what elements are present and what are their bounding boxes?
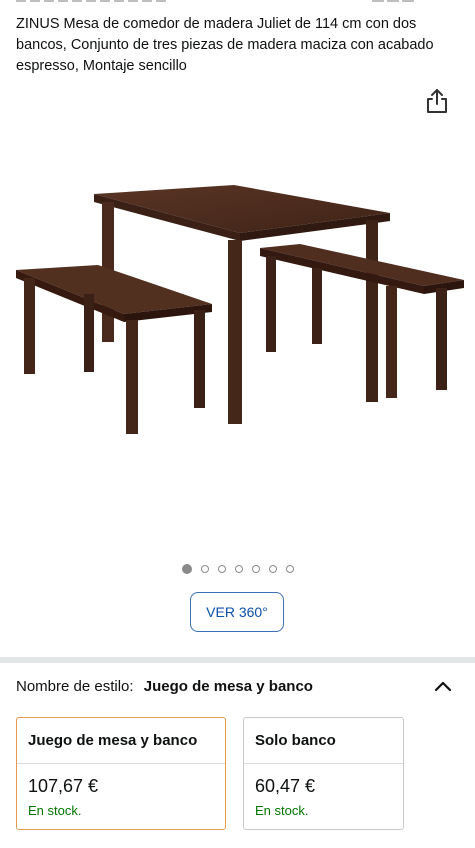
pagination-dot[interactable] — [217, 565, 226, 573]
section-divider — [0, 657, 475, 663]
option-divider — [17, 763, 225, 764]
pagination-dot[interactable] — [251, 565, 260, 573]
pagination-dot[interactable] — [234, 565, 243, 573]
top-edge-remnant — [16, 0, 414, 2]
option-name: Juego de mesa y banco — [28, 732, 198, 749]
view-360-button[interactable]: VER 360° — [190, 592, 284, 632]
option-name: Solo banco — [255, 732, 336, 749]
product-title: ZINUS Mesa de comedor de madera Juliet d… — [16, 16, 434, 74]
style-option-table-and-bench[interactable]: Juego de mesa y banco 107,67 € En stock. — [16, 717, 226, 830]
style-option-bench-only[interactable]: Solo banco 60,47 € En stock. — [243, 717, 404, 830]
chevron-up-icon[interactable] — [432, 676, 454, 696]
style-selector-header: Nombre de estilo: Juego de mesa y banco — [16, 678, 313, 695]
option-stock-status: En stock. — [255, 803, 309, 818]
option-stock-status: En stock. — [28, 803, 82, 818]
style-selected-value: Juego de mesa y banco — [143, 678, 313, 695]
pagination-dot[interactable] — [285, 565, 294, 573]
pagination-dot[interactable] — [200, 565, 209, 573]
option-price: 107,67 € — [28, 776, 99, 796]
option-divider — [244, 763, 403, 764]
style-label: Nombre de estilo: — [16, 678, 134, 695]
pagination-dot[interactable] — [181, 564, 192, 574]
share-icon[interactable] — [426, 88, 448, 114]
option-price: 60,47 € — [255, 776, 316, 796]
pagination-dot[interactable] — [268, 565, 277, 573]
image-pagination — [0, 562, 475, 576]
product-image[interactable] — [14, 180, 466, 440]
